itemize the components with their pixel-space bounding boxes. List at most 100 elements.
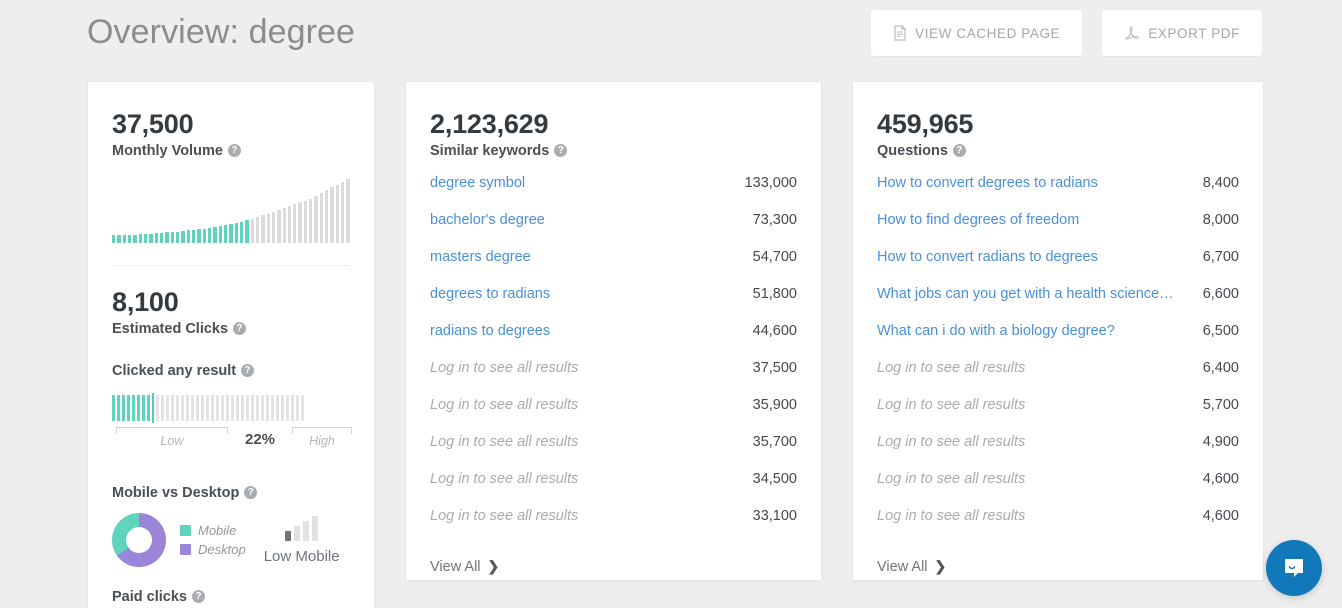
question-mark-icon[interactable]: ? — [244, 485, 258, 499]
row-value: 8,400 — [1202, 175, 1239, 191]
list-item[interactable]: What jobs can you get with a health scie… — [877, 286, 1239, 323]
estimated-clicks-block: 8,100 Estimated Clicks ? Clicked any res… — [88, 266, 374, 608]
questions-list: How to convert degrees to radians 8,400 Ho… — [877, 175, 1239, 545]
list-item[interactable]: masters degree 54,700 — [430, 249, 797, 286]
keyword-link[interactable]: bachelor's degree — [430, 212, 545, 228]
question-mark-icon[interactable]: ? — [241, 363, 255, 377]
signal-bar — [285, 531, 292, 541]
list-item: Log in to see all results 35,900 — [430, 397, 797, 434]
gauge-bar — [122, 395, 125, 421]
header-actions: VIEW CACHED PAGE EXPORT PDF — [871, 10, 1262, 56]
locked-row-label: Log in to see all results — [430, 360, 579, 376]
page-title: Overview: degree — [87, 13, 356, 51]
gauge-bar — [161, 395, 164, 421]
gauge-bar — [226, 395, 229, 421]
gauge-bar — [112, 395, 115, 421]
keyword-link[interactable]: degrees to radians — [430, 286, 550, 302]
list-item[interactable]: How to convert degrees to radians 8,400 — [877, 175, 1239, 212]
page-header: Overview: degree VIEW CACHED PAGE EXPORT… — [0, 0, 1342, 72]
row-value: 6,500 — [1202, 323, 1239, 339]
keyword-link[interactable]: What jobs can you get with a health scie… — [877, 286, 1177, 302]
donut-legend: Mobile Desktop — [180, 521, 246, 559]
gauge-axis: Low 22% High — [112, 427, 352, 457]
gauge-bar — [291, 395, 294, 421]
question-mark-icon[interactable]: ? — [191, 589, 205, 603]
keyword-link[interactable]: What can i do with a biology degree? — [877, 323, 1115, 339]
gauge-bar — [132, 395, 135, 421]
signal-label: Low Mobile — [263, 548, 340, 565]
list-item: Log in to see all results 5,700 — [877, 397, 1239, 434]
row-value: 54,700 — [752, 249, 797, 265]
row-value: 35,900 — [752, 397, 797, 413]
row-value: 8,000 — [1202, 212, 1239, 228]
gauge-bar — [281, 395, 284, 421]
sparkline-bar — [186, 229, 190, 243]
row-value: 44,600 — [752, 323, 797, 339]
row-value: 4,600 — [1202, 508, 1239, 524]
list-item: Log in to see all results 34,500 — [430, 471, 797, 508]
locked-row-label: Log in to see all results — [877, 471, 1026, 487]
gauge-bar — [181, 395, 184, 421]
monthly-volume-block: 37,500 Monthly Volume ? — [88, 82, 374, 266]
list-item[interactable]: radians to degrees 44,600 — [430, 323, 797, 360]
gauge-bar — [201, 395, 204, 421]
list-item[interactable]: bachelor's degree 73,300 — [430, 212, 797, 249]
sparkline-bar — [191, 229, 196, 243]
view-all-label: View All — [430, 558, 481, 575]
list-item[interactable]: degree symbol 133,000 — [430, 175, 797, 212]
list-item: Log in to see all results 4,600 — [877, 471, 1239, 508]
list-item[interactable]: How to find degrees of freedom 8,000 — [877, 212, 1239, 249]
sparkline-bar — [309, 198, 313, 243]
gauge-bar — [296, 395, 299, 421]
low-bracket — [116, 427, 228, 434]
estimated-clicks-value: 8,100 — [112, 287, 179, 317]
question-mark-icon[interactable]: ? — [233, 321, 247, 335]
sparkline-bar — [117, 235, 121, 243]
gauge-percent: 22% — [244, 431, 276, 448]
sparkline-bar — [207, 227, 212, 243]
row-value: 35,700 — [752, 434, 797, 450]
sparkline-bar — [277, 210, 281, 243]
view-cached-page-button[interactable]: VIEW CACHED PAGE — [871, 10, 1083, 56]
monthly-volume-value: 37,500 — [112, 109, 194, 139]
signal-bar — [312, 516, 319, 541]
gauge-bar — [117, 395, 120, 421]
sparkline-bar — [330, 187, 334, 243]
sparkline-bar — [335, 184, 340, 243]
similar-keywords-card: 2,123,629 Similar keywords ? degree symb… — [405, 81, 822, 581]
question-mark-icon[interactable]: ? — [227, 143, 241, 157]
list-item[interactable]: How to convert radians to degrees 6,700 — [877, 249, 1239, 286]
sparkline-bar — [266, 213, 270, 243]
sparkline-bar — [314, 195, 318, 243]
keyword-link[interactable]: How to convert degrees to radians — [877, 175, 1098, 191]
sparkline-bar — [202, 228, 206, 243]
gauge-high-label: High — [309, 434, 335, 448]
question-mark-icon[interactable]: ? — [952, 143, 966, 157]
monthly-volume-sparkline — [112, 175, 350, 243]
keyword-link[interactable]: How to convert radians to degrees — [877, 249, 1098, 265]
sparkline-bar — [122, 234, 126, 243]
similar-keywords-view-all[interactable]: View All ❯ — [430, 558, 499, 575]
export-pdf-button[interactable]: EXPORT PDF — [1102, 10, 1262, 56]
sparkline-bar — [325, 190, 329, 243]
locked-row-label: Log in to see all results — [430, 434, 579, 450]
row-value: 6,400 — [1202, 360, 1239, 376]
gauge-bar — [256, 395, 259, 421]
similar-keywords-value: 2,123,629 — [430, 109, 549, 139]
chat-launcher-button[interactable] — [1266, 540, 1322, 596]
questions-header: 459,965 Questions ? How to convert degre… — [853, 82, 1263, 576]
chat-bubble-icon — [1285, 559, 1303, 577]
keyword-link[interactable]: radians to degrees — [430, 323, 550, 339]
keyword-link[interactable]: How to find degrees of freedom — [877, 212, 1079, 228]
mobile-vs-desktop-block: Mobile vs Desktop ? Mobile Desktop Low M… — [112, 485, 350, 567]
list-item[interactable]: What can i do with a biology degree? 6,50… — [877, 323, 1239, 360]
mobile-color-swatch — [180, 525, 191, 536]
sparkline-bar — [112, 235, 116, 243]
similar-keywords-label: Similar keywords ? — [430, 143, 797, 159]
questions-view-all[interactable]: View All ❯ — [877, 558, 946, 575]
mobile-vs-desktop-label-text: Mobile vs Desktop — [112, 485, 240, 501]
list-item[interactable]: degrees to radians 51,800 — [430, 286, 797, 323]
keyword-link[interactable]: masters degree — [430, 249, 531, 265]
keyword-link[interactable]: degree symbol — [430, 175, 525, 191]
question-mark-icon[interactable]: ? — [554, 143, 568, 157]
